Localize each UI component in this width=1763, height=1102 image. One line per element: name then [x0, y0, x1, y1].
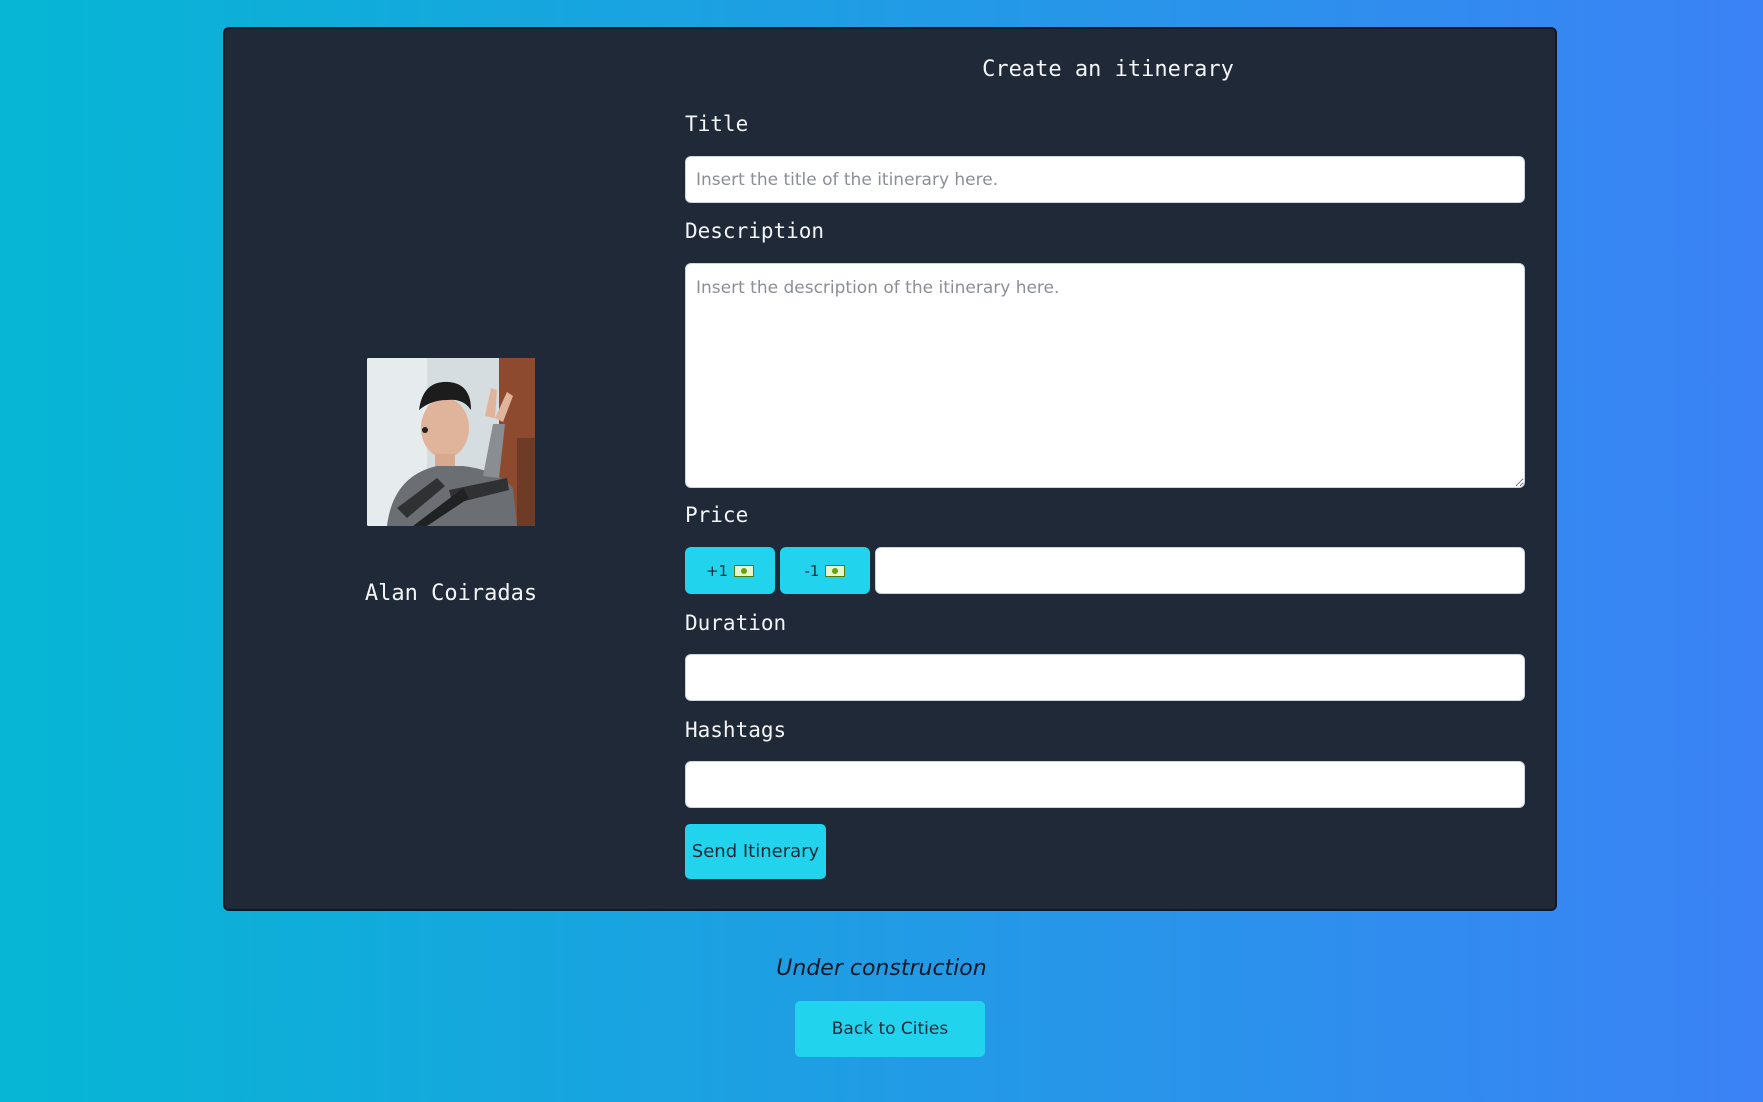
- description-textarea[interactable]: [685, 263, 1525, 488]
- price-increment-label: +1: [705, 561, 729, 580]
- author-name: Alan Coiradas: [364, 581, 538, 606]
- title-input[interactable]: [685, 156, 1525, 203]
- money-bill-icon: [825, 564, 846, 577]
- itinerary-panel: Alan Coiradas Create an itinerary Title …: [223, 27, 1557, 911]
- price-label: Price: [685, 503, 749, 527]
- title-label: Title: [685, 112, 749, 136]
- under-construction-text: Under construction: [776, 956, 987, 981]
- money-bill-icon: [734, 564, 755, 577]
- hashtags-label: Hashtags: [685, 718, 787, 742]
- avatar-photo: [367, 358, 535, 526]
- price-decrement-label: -1: [804, 561, 820, 580]
- description-label: Description: [685, 219, 825, 243]
- duration-input[interactable]: [685, 654, 1525, 701]
- author-profile: Alan Coiradas: [225, 29, 675, 909]
- price-decrement-button[interactable]: -1: [780, 547, 870, 594]
- back-to-cities-button[interactable]: Back to Cities: [795, 1001, 985, 1057]
- send-itinerary-button[interactable]: Send Itinerary: [685, 824, 826, 879]
- avatar: [367, 358, 535, 526]
- hashtags-input[interactable]: [685, 761, 1525, 808]
- duration-label: Duration: [685, 611, 787, 635]
- price-increment-button[interactable]: +1: [685, 547, 775, 594]
- price-input[interactable]: [875, 547, 1525, 594]
- form-heading: Create an itinerary: [982, 57, 1234, 82]
